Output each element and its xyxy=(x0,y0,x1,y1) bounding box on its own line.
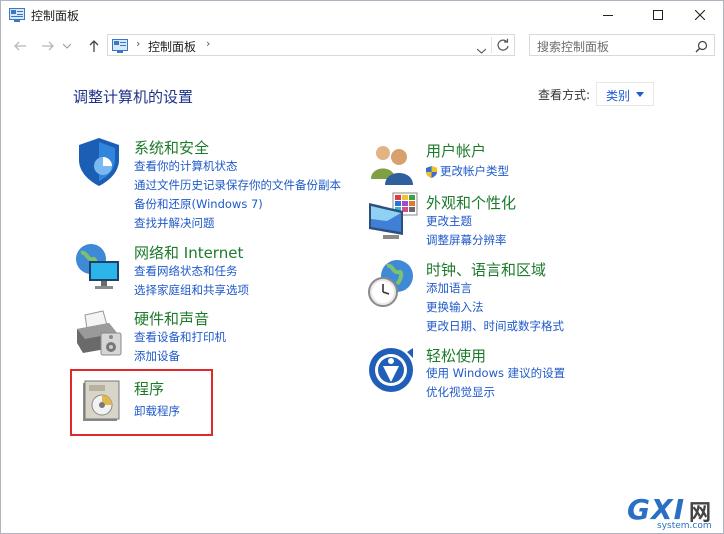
category-title[interactable]: 系统和安全 xyxy=(134,137,209,158)
category-title[interactable]: 外观和个性化 xyxy=(426,192,516,213)
ease-of-access-icon xyxy=(367,344,419,396)
view-by-label: 查看方式: xyxy=(538,88,591,102)
highlight-box xyxy=(70,369,213,436)
search-box[interactable]: 搜索控制面板 xyxy=(529,34,715,56)
category-title[interactable]: 硬件和声音 xyxy=(134,308,209,329)
control-panel-window: 控制面板 › 控制面板 › 搜索控制面板 调整计算机的设置 查看方式: 类别 系… xyxy=(0,0,724,534)
watermark-url: system.com xyxy=(657,521,712,531)
maximize-icon xyxy=(653,10,663,20)
link-screen-resolution[interactable]: 调整屏幕分辨率 xyxy=(426,232,507,248)
caret-down-icon xyxy=(636,92,644,97)
clock-globe-icon xyxy=(367,258,419,310)
category-ease-of-access: 轻松使用 使用 Windows 建议的设置 优化视觉显示 xyxy=(367,344,667,404)
category-title[interactable]: 用户帐户 xyxy=(426,140,486,161)
link-windows-recommended-settings[interactable]: 使用 Windows 建议的设置 xyxy=(426,365,565,381)
address-dropdown-button[interactable] xyxy=(476,39,487,58)
window-title: 控制面板 xyxy=(31,9,80,23)
watermark-logo: GXI 网 system.com xyxy=(603,493,721,533)
minimize-button[interactable] xyxy=(585,1,631,29)
shield-icon xyxy=(73,136,125,188)
link-change-account-type[interactable]: 更改帐户类型 xyxy=(440,163,509,179)
link-troubleshoot[interactable]: 查找并解决问题 xyxy=(134,215,215,231)
link-homegroup[interactable]: 选择家庭组和共享选项 xyxy=(134,282,249,298)
printer-icon xyxy=(73,307,125,359)
up-button[interactable] xyxy=(85,37,103,55)
link-optimize-visual-display[interactable]: 优化视觉显示 xyxy=(426,384,495,400)
category-appearance: 外观和个性化 更改主题 调整屏幕分辨率 xyxy=(367,191,667,251)
category-system-security: 系统和安全 查看你的计算机状态 通过文件历史记录保存你的文件备份副本 备份和还原… xyxy=(73,136,373,231)
link-file-history[interactable]: 通过文件历史记录保存你的文件备份副本 xyxy=(134,177,341,193)
view-by-dropdown[interactable]: 类别 xyxy=(596,82,654,106)
refresh-icon xyxy=(497,38,509,51)
control-panel-small-icon xyxy=(112,38,128,57)
link-change-input-method[interactable]: 更换输入法 xyxy=(426,299,484,315)
category-title[interactable]: 网络和 Internet xyxy=(134,242,243,263)
category-network-internet: 网络和 Internet 查看网络状态和任务 选择家庭组和共享选项 xyxy=(73,241,373,301)
chevron-down-icon xyxy=(476,48,487,54)
title-bar: 控制面板 xyxy=(1,1,723,29)
breadcrumb-control-panel[interactable]: 控制面板 xyxy=(148,38,196,55)
close-button[interactable] xyxy=(677,1,723,29)
recent-locations-button[interactable] xyxy=(61,37,73,55)
maximize-button[interactable] xyxy=(635,1,681,29)
refresh-button[interactable] xyxy=(496,37,510,56)
back-button[interactable] xyxy=(11,37,29,55)
uac-shield-icon xyxy=(426,163,437,182)
page-title: 调整计算机的设置 xyxy=(73,88,194,106)
address-bar[interactable]: › 控制面板 › xyxy=(107,34,515,56)
up-arrow-icon xyxy=(89,40,99,52)
link-add-language[interactable]: 添加语言 xyxy=(426,280,472,296)
back-arrow-icon xyxy=(14,41,26,51)
breadcrumb-separator-icon[interactable]: › xyxy=(136,37,140,50)
category-title[interactable]: 轻松使用 xyxy=(426,345,486,366)
category-hardware-sound: 硬件和声音 查看设备和打印机 添加设备 xyxy=(73,307,373,367)
chevron-down-icon xyxy=(63,43,71,49)
link-backup-restore[interactable]: 备份和还原(Windows 7) xyxy=(134,196,263,212)
link-add-device[interactable]: 添加设备 xyxy=(134,348,180,364)
category-user-accounts: 用户帐户 更改帐户类型 xyxy=(367,139,667,189)
forward-button[interactable] xyxy=(39,37,57,55)
monitor-palette-icon xyxy=(367,191,419,243)
link-view-computer-status[interactable]: 查看你的计算机状态 xyxy=(134,158,238,174)
network-globe-icon xyxy=(73,241,125,293)
users-icon xyxy=(367,139,419,191)
close-icon xyxy=(695,10,705,20)
minimize-icon xyxy=(603,15,613,16)
category-title[interactable]: 时钟、语言和区域 xyxy=(426,259,546,280)
breadcrumb-separator-icon[interactable]: › xyxy=(206,37,210,50)
link-network-status[interactable]: 查看网络状态和任务 xyxy=(134,263,238,279)
search-icon[interactable] xyxy=(695,38,708,57)
divider xyxy=(491,37,492,53)
category-clock-language-region: 时钟、语言和区域 添加语言 更换输入法 更改日期、时间或数字格式 xyxy=(367,258,667,338)
control-panel-icon xyxy=(9,7,25,22)
link-date-time-format[interactable]: 更改日期、时间或数字格式 xyxy=(426,318,564,334)
search-input[interactable]: 搜索控制面板 xyxy=(537,38,609,55)
link-change-theme[interactable]: 更改主题 xyxy=(426,213,472,229)
navigation-bar: › 控制面板 › 搜索控制面板 xyxy=(1,31,723,61)
view-by-value[interactable]: 类别 xyxy=(606,87,630,104)
link-devices-printers[interactable]: 查看设备和打印机 xyxy=(134,329,226,345)
forward-arrow-icon xyxy=(42,41,54,51)
